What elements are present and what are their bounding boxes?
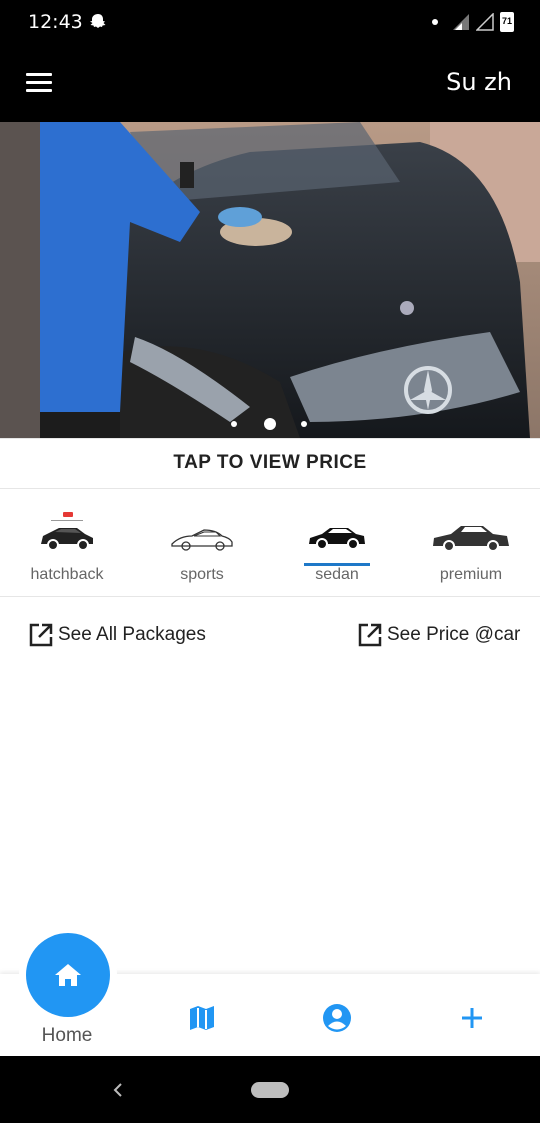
app-bar: Su zh (0, 46, 540, 122)
pricing-title: TAP TO VIEW PRICE (173, 452, 367, 473)
home-label: Home (41, 1025, 93, 1046)
category-premium[interactable]: premium (411, 498, 531, 592)
system-home-pill[interactable] (251, 1082, 289, 1098)
selected-category-indicator (304, 563, 370, 566)
map-icon (190, 1006, 214, 1030)
category-sports[interactable]: sports (142, 498, 262, 592)
hero-carousel[interactable] (0, 122, 540, 438)
carousel-dot[interactable] (301, 421, 307, 427)
home-icon (55, 964, 81, 986)
map-button[interactable] (184, 1000, 220, 1036)
carousel-indicator (0, 417, 540, 431)
sedan-car-icon (309, 528, 365, 550)
category-label: hatchback (30, 566, 104, 583)
open-external-icon (29, 623, 53, 647)
battery-level: 71 (501, 16, 512, 26)
divider (0, 596, 540, 597)
sports-car-icon (171, 529, 233, 551)
status-time: 12:43 (28, 11, 83, 33)
hero-image (0, 122, 540, 438)
account-circle-icon (323, 1004, 351, 1032)
category-hatchback[interactable]: hatchback (7, 498, 127, 592)
open-external-icon (358, 623, 382, 647)
carousel-dot[interactable] (231, 421, 237, 427)
add-button[interactable] (454, 1000, 490, 1036)
category-label: sedan (315, 566, 359, 583)
signal-empty-icon (476, 13, 494, 31)
signal-icon (453, 14, 469, 30)
plus-icon (462, 1008, 482, 1028)
status-bar: 12:43 71 (0, 0, 540, 46)
category-label: premium (439, 566, 503, 583)
user-name: Su zh (446, 68, 512, 96)
divider (0, 438, 540, 439)
see-price-at-car-link[interactable]: See Price @car (357, 621, 520, 649)
see-price-at-car-label: See Price @car (387, 624, 521, 645)
see-all-packages-link[interactable]: See All Packages (28, 621, 206, 649)
premium-car-icon (433, 526, 509, 552)
carousel-dot-active[interactable] (264, 418, 276, 430)
menu-icon[interactable] (26, 73, 52, 95)
see-all-packages-label: See All Packages (58, 624, 206, 645)
category-label: sports (180, 566, 224, 583)
category-sedan[interactable]: sedan (277, 498, 397, 592)
notification-dot-icon (432, 19, 438, 25)
hatchback-car-icon (41, 512, 93, 551)
divider (0, 488, 540, 489)
snapchat-icon (90, 14, 106, 28)
status-icons: 71 (432, 10, 514, 34)
back-icon[interactable] (112, 1082, 124, 1098)
profile-button[interactable] (319, 1000, 355, 1036)
battery-icon: 71 (500, 12, 514, 32)
home-button[interactable] (26, 933, 110, 1017)
